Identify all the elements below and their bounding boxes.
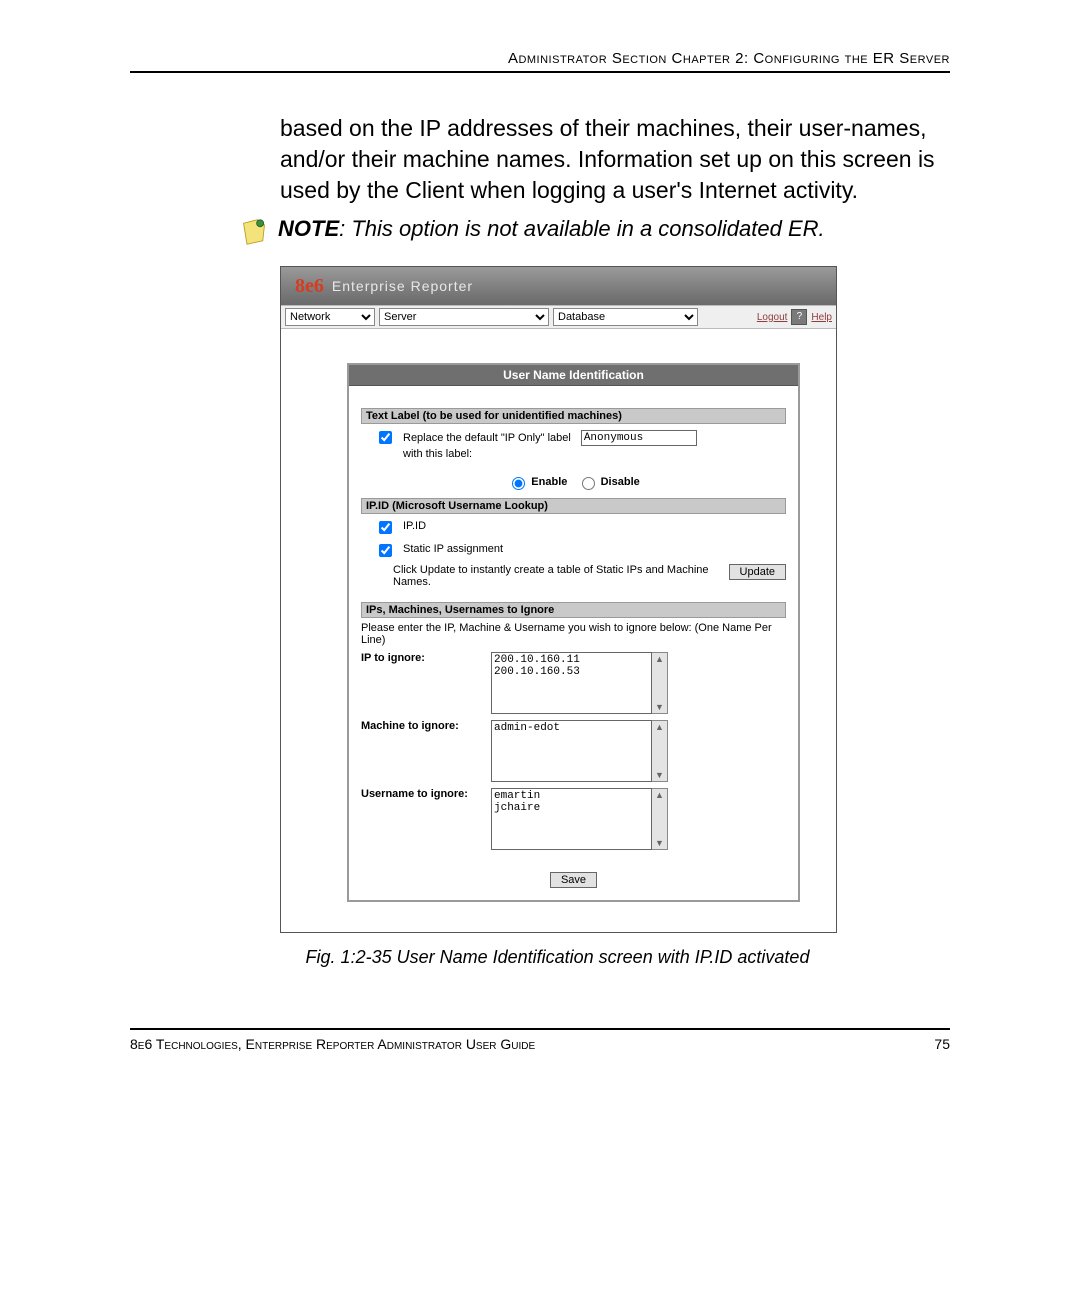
section-ignore-head: IPs, Machines, Usernames to Ignore xyxy=(361,602,786,618)
ip-ignore-label: IP to ignore: xyxy=(361,652,481,664)
save-button[interactable]: Save xyxy=(550,872,597,888)
help-link[interactable]: Help xyxy=(811,312,832,323)
section-text-label-head: Text Label (to be used for unidentified … xyxy=(361,408,786,424)
page-header: Administrator Section Chapter 2: Configu… xyxy=(130,50,950,73)
machine-ignore-label: Machine to ignore: xyxy=(361,720,481,732)
help-icon[interactable]: ? xyxy=(791,309,807,325)
replace-label-text-b: with this label: xyxy=(403,448,786,460)
page-footer: 8e6 Technologies, Enterprise Reporter Ad… xyxy=(130,1028,950,1052)
username-ignore-textarea[interactable] xyxy=(491,788,652,850)
username-ignore-label: Username to ignore: xyxy=(361,788,481,800)
note-text: : This option is not available in a cons… xyxy=(339,216,825,241)
server-select[interactable]: Server xyxy=(379,308,549,326)
brand-subtitle: Enterprise Reporter xyxy=(332,278,473,294)
figure-caption: Fig. 1:2-35 User Name Identification scr… xyxy=(280,947,835,968)
network-select[interactable]: Network xyxy=(285,308,375,326)
ip-ignore-textarea[interactable] xyxy=(491,652,652,714)
ipid-checkbox[interactable] xyxy=(379,521,392,534)
main-panel: User Name Identification Text Label (to … xyxy=(347,363,800,902)
update-hint: Click Update to instantly create a table… xyxy=(393,564,719,588)
scrollbar[interactable]: ▲▼ xyxy=(652,788,668,850)
replace-label-checkbox[interactable] xyxy=(379,431,392,444)
logout-link[interactable]: Logout xyxy=(757,312,788,323)
titlebar: 8e6 Enterprise Reporter xyxy=(281,267,836,305)
section-ipid-head: IP.ID (Microsoft Username Lookup) xyxy=(361,498,786,514)
page-number: 75 xyxy=(934,1036,950,1052)
scrollbar[interactable]: ▲▼ xyxy=(652,652,668,714)
static-ip-label: Static IP assignment xyxy=(403,543,503,555)
menubar: Network Server Database Logout ? Help xyxy=(281,305,836,329)
update-button[interactable]: Update xyxy=(729,564,786,580)
ignore-hint: Please enter the IP, Machine & Username … xyxy=(361,622,786,646)
scrollbar[interactable]: ▲▼ xyxy=(652,720,668,782)
app-screenshot: 8e6 Enterprise Reporter Network Server D… xyxy=(280,266,837,933)
note-label: NOTE xyxy=(278,216,339,241)
database-select[interactable]: Database xyxy=(553,308,698,326)
machine-ignore-textarea[interactable] xyxy=(491,720,652,782)
body-paragraph: based on the IP addresses of their machi… xyxy=(280,113,950,206)
enable-radio[interactable]: Enable xyxy=(507,476,567,488)
note-block: NOTE: This option is not available in a … xyxy=(240,216,950,246)
footer-left: 8e6 Technologies, Enterprise Reporter Ad… xyxy=(130,1036,535,1052)
panel-title: User Name Identification xyxy=(349,365,798,386)
label-input[interactable] xyxy=(581,430,697,446)
brand-logo: 8e6 xyxy=(295,275,324,298)
replace-label-text-a: Replace the default "IP Only" label xyxy=(403,432,571,444)
disable-radio[interactable]: Disable xyxy=(577,476,640,488)
note-icon xyxy=(240,218,268,246)
static-ip-checkbox[interactable] xyxy=(379,544,392,557)
ipid-label: IP.ID xyxy=(403,520,426,532)
